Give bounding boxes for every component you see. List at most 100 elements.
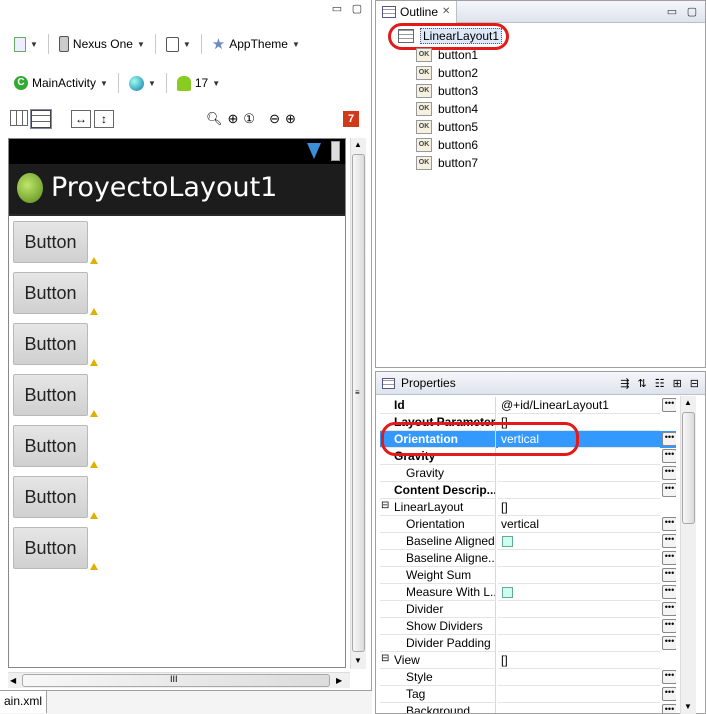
outline-item[interactable]: OK button4 <box>416 100 478 118</box>
ellipsis-button[interactable]: ••• <box>662 398 676 412</box>
checkbox[interactable] <box>502 587 513 598</box>
outline-item[interactable]: OK button6 <box>416 136 478 154</box>
property-row[interactable]: Background ••• <box>380 703 676 713</box>
layout-button[interactable]: Button <box>13 425 88 467</box>
property-value[interactable] <box>498 465 660 482</box>
property-value[interactable] <box>498 635 660 652</box>
zoom-real-icon[interactable]: ⊕ <box>228 111 239 127</box>
expand-all-icon[interactable]: ⊞ <box>673 377 682 390</box>
layout-button[interactable]: Button <box>13 476 88 518</box>
ellipsis-button[interactable]: ••• <box>662 449 676 463</box>
file-tab[interactable]: ain.xml <box>0 691 48 713</box>
fill-height-icon[interactable]: ↕ <box>94 110 114 128</box>
ellipsis-button[interactable]: ••• <box>662 704 676 713</box>
outline-item[interactable]: OK button1 <box>416 46 478 64</box>
error-count-badge[interactable]: 7 <box>343 111 359 127</box>
layout-button[interactable]: Button <box>13 374 88 416</box>
ellipsis-button[interactable]: ••• <box>662 483 676 497</box>
outline-tab[interactable]: Outline ✕ <box>376 0 458 23</box>
close-icon[interactable]: ✕ <box>442 6 450 17</box>
ellipsis-button[interactable]: ••• <box>662 568 676 582</box>
property-value[interactable] <box>498 550 660 567</box>
scroll-up-icon[interactable]: ▲ <box>354 140 362 149</box>
property-row[interactable]: LinearLayout[] ⊟ <box>380 499 676 516</box>
scroll-down-icon[interactable]: ▼ <box>684 702 692 711</box>
layout-button[interactable]: Button <box>13 221 88 263</box>
ellipsis-button[interactable]: ••• <box>662 551 676 565</box>
zoom-in-icon[interactable]: ⊕ <box>285 111 296 127</box>
layout-button[interactable]: Button <box>13 527 88 569</box>
property-value[interactable] <box>498 567 660 584</box>
config-dropdown[interactable]: ▼ <box>10 33 42 55</box>
collapse-icon[interactable]: ⊟ <box>381 653 389 664</box>
categories-icon[interactable]: ☷ <box>655 377 665 390</box>
property-row[interactable]: View[] ⊟ <box>380 652 676 669</box>
property-value[interactable] <box>498 482 660 499</box>
scroll-left-icon[interactable]: ◀ <box>10 676 16 685</box>
outline-item[interactable]: OK button7 <box>416 154 478 172</box>
property-value[interactable] <box>498 703 660 713</box>
collapse-icon[interactable]: ⊟ <box>381 500 389 511</box>
property-value[interactable] <box>498 669 660 686</box>
property-row[interactable]: Divider Padding ••• <box>380 635 676 652</box>
ellipsis-button[interactable]: ••• <box>662 466 676 480</box>
property-row[interactable]: Tag ••• <box>380 686 676 703</box>
scroll-up-icon[interactable]: ▲ <box>684 398 692 407</box>
scroll-down-icon[interactable]: ▼ <box>354 656 362 665</box>
properties-vertical-scrollbar[interactable]: ▲ ▼ <box>680 396 696 714</box>
zoom-out-icon[interactable]: ⊖ <box>269 111 280 127</box>
zoom-100-icon[interactable]: ① <box>243 111 255 127</box>
property-row[interactable]: Weight Sum ••• <box>380 567 676 584</box>
property-value[interactable]: vertical <box>498 516 660 533</box>
checkbox[interactable] <box>502 536 513 547</box>
property-value[interactable] <box>498 584 660 601</box>
property-row[interactable]: Content Descrip... ••• <box>380 482 676 499</box>
property-row[interactable]: Measure With L... ••• <box>380 584 676 601</box>
ellipsis-button[interactable]: ••• <box>662 636 676 650</box>
outline-item[interactable]: OK button5 <box>416 118 478 136</box>
editor-horizontal-scrollbar[interactable]: ◀ III ▶ <box>8 672 350 688</box>
property-row[interactable]: Orientation vertical ••• <box>380 516 676 533</box>
layout-horizontal-icon[interactable] <box>10 110 28 126</box>
property-row[interactable]: Divider ••• <box>380 601 676 618</box>
property-value[interactable] <box>498 618 660 635</box>
ellipsis-button[interactable]: ••• <box>662 534 676 548</box>
layout-button[interactable]: Button <box>13 272 88 314</box>
sort-alpha-icon[interactable]: ⇅ <box>637 377 646 390</box>
outline-item[interactable]: OK button2 <box>416 64 478 82</box>
property-row[interactable]: Show Dividers ••• <box>380 618 676 635</box>
property-value[interactable]: @+id/LinearLayout1 <box>498 397 660 414</box>
orientation-dropdown[interactable]: ▼ <box>162 33 195 55</box>
layout-button[interactable]: Button <box>13 323 88 365</box>
ellipsis-button[interactable]: ••• <box>662 619 676 633</box>
ellipsis-button[interactable]: ••• <box>662 585 676 599</box>
device-dropdown[interactable]: Nexus One ▼ <box>55 33 149 55</box>
outline-item[interactable]: OK button3 <box>416 82 478 100</box>
property-value[interactable]: [] <box>498 652 660 669</box>
theme-dropdown[interactable]: ★ AppTheme ▼ <box>208 33 304 55</box>
property-row[interactable]: Baseline Aligned ••• <box>380 533 676 550</box>
fill-width-icon[interactable]: ↔ <box>71 110 91 128</box>
zoom-fit-icon[interactable]: 🔍︎ <box>206 111 223 127</box>
scroll-thumb[interactable] <box>352 154 365 652</box>
locale-dropdown[interactable]: ▼ <box>125 72 160 94</box>
editor-vertical-scrollbar[interactable]: ▲ ≡ ▼ <box>350 138 366 669</box>
ellipsis-button[interactable]: ••• <box>662 432 676 446</box>
property-row[interactable]: Style ••• <box>380 669 676 686</box>
scroll-thumb[interactable] <box>682 412 695 524</box>
activity-dropdown[interactable]: C MainActivity ▼ <box>10 72 112 94</box>
filter-icon[interactable]: ⇶ <box>620 377 629 390</box>
scroll-right-icon[interactable]: ▶ <box>336 676 342 685</box>
maximize-icon[interactable]: ▢ <box>350 3 364 15</box>
property-value[interactable] <box>498 686 660 703</box>
property-row[interactable]: Baseline Aligne... ••• <box>380 550 676 567</box>
collapse-all-icon[interactable]: ⊟ <box>690 377 699 390</box>
property-row[interactable]: Id @+id/LinearLayout1 ••• <box>380 397 676 414</box>
api-level-dropdown[interactable]: 17 ▼ <box>173 72 224 94</box>
properties-tab[interactable]: Properties <box>376 376 462 390</box>
maximize-icon[interactable]: ▢ <box>685 6 699 18</box>
minimize-icon[interactable]: ▭ <box>665 6 679 18</box>
property-row[interactable]: Gravity ••• <box>380 465 676 482</box>
ellipsis-button[interactable]: ••• <box>662 687 676 701</box>
ellipsis-button[interactable]: ••• <box>662 670 676 684</box>
